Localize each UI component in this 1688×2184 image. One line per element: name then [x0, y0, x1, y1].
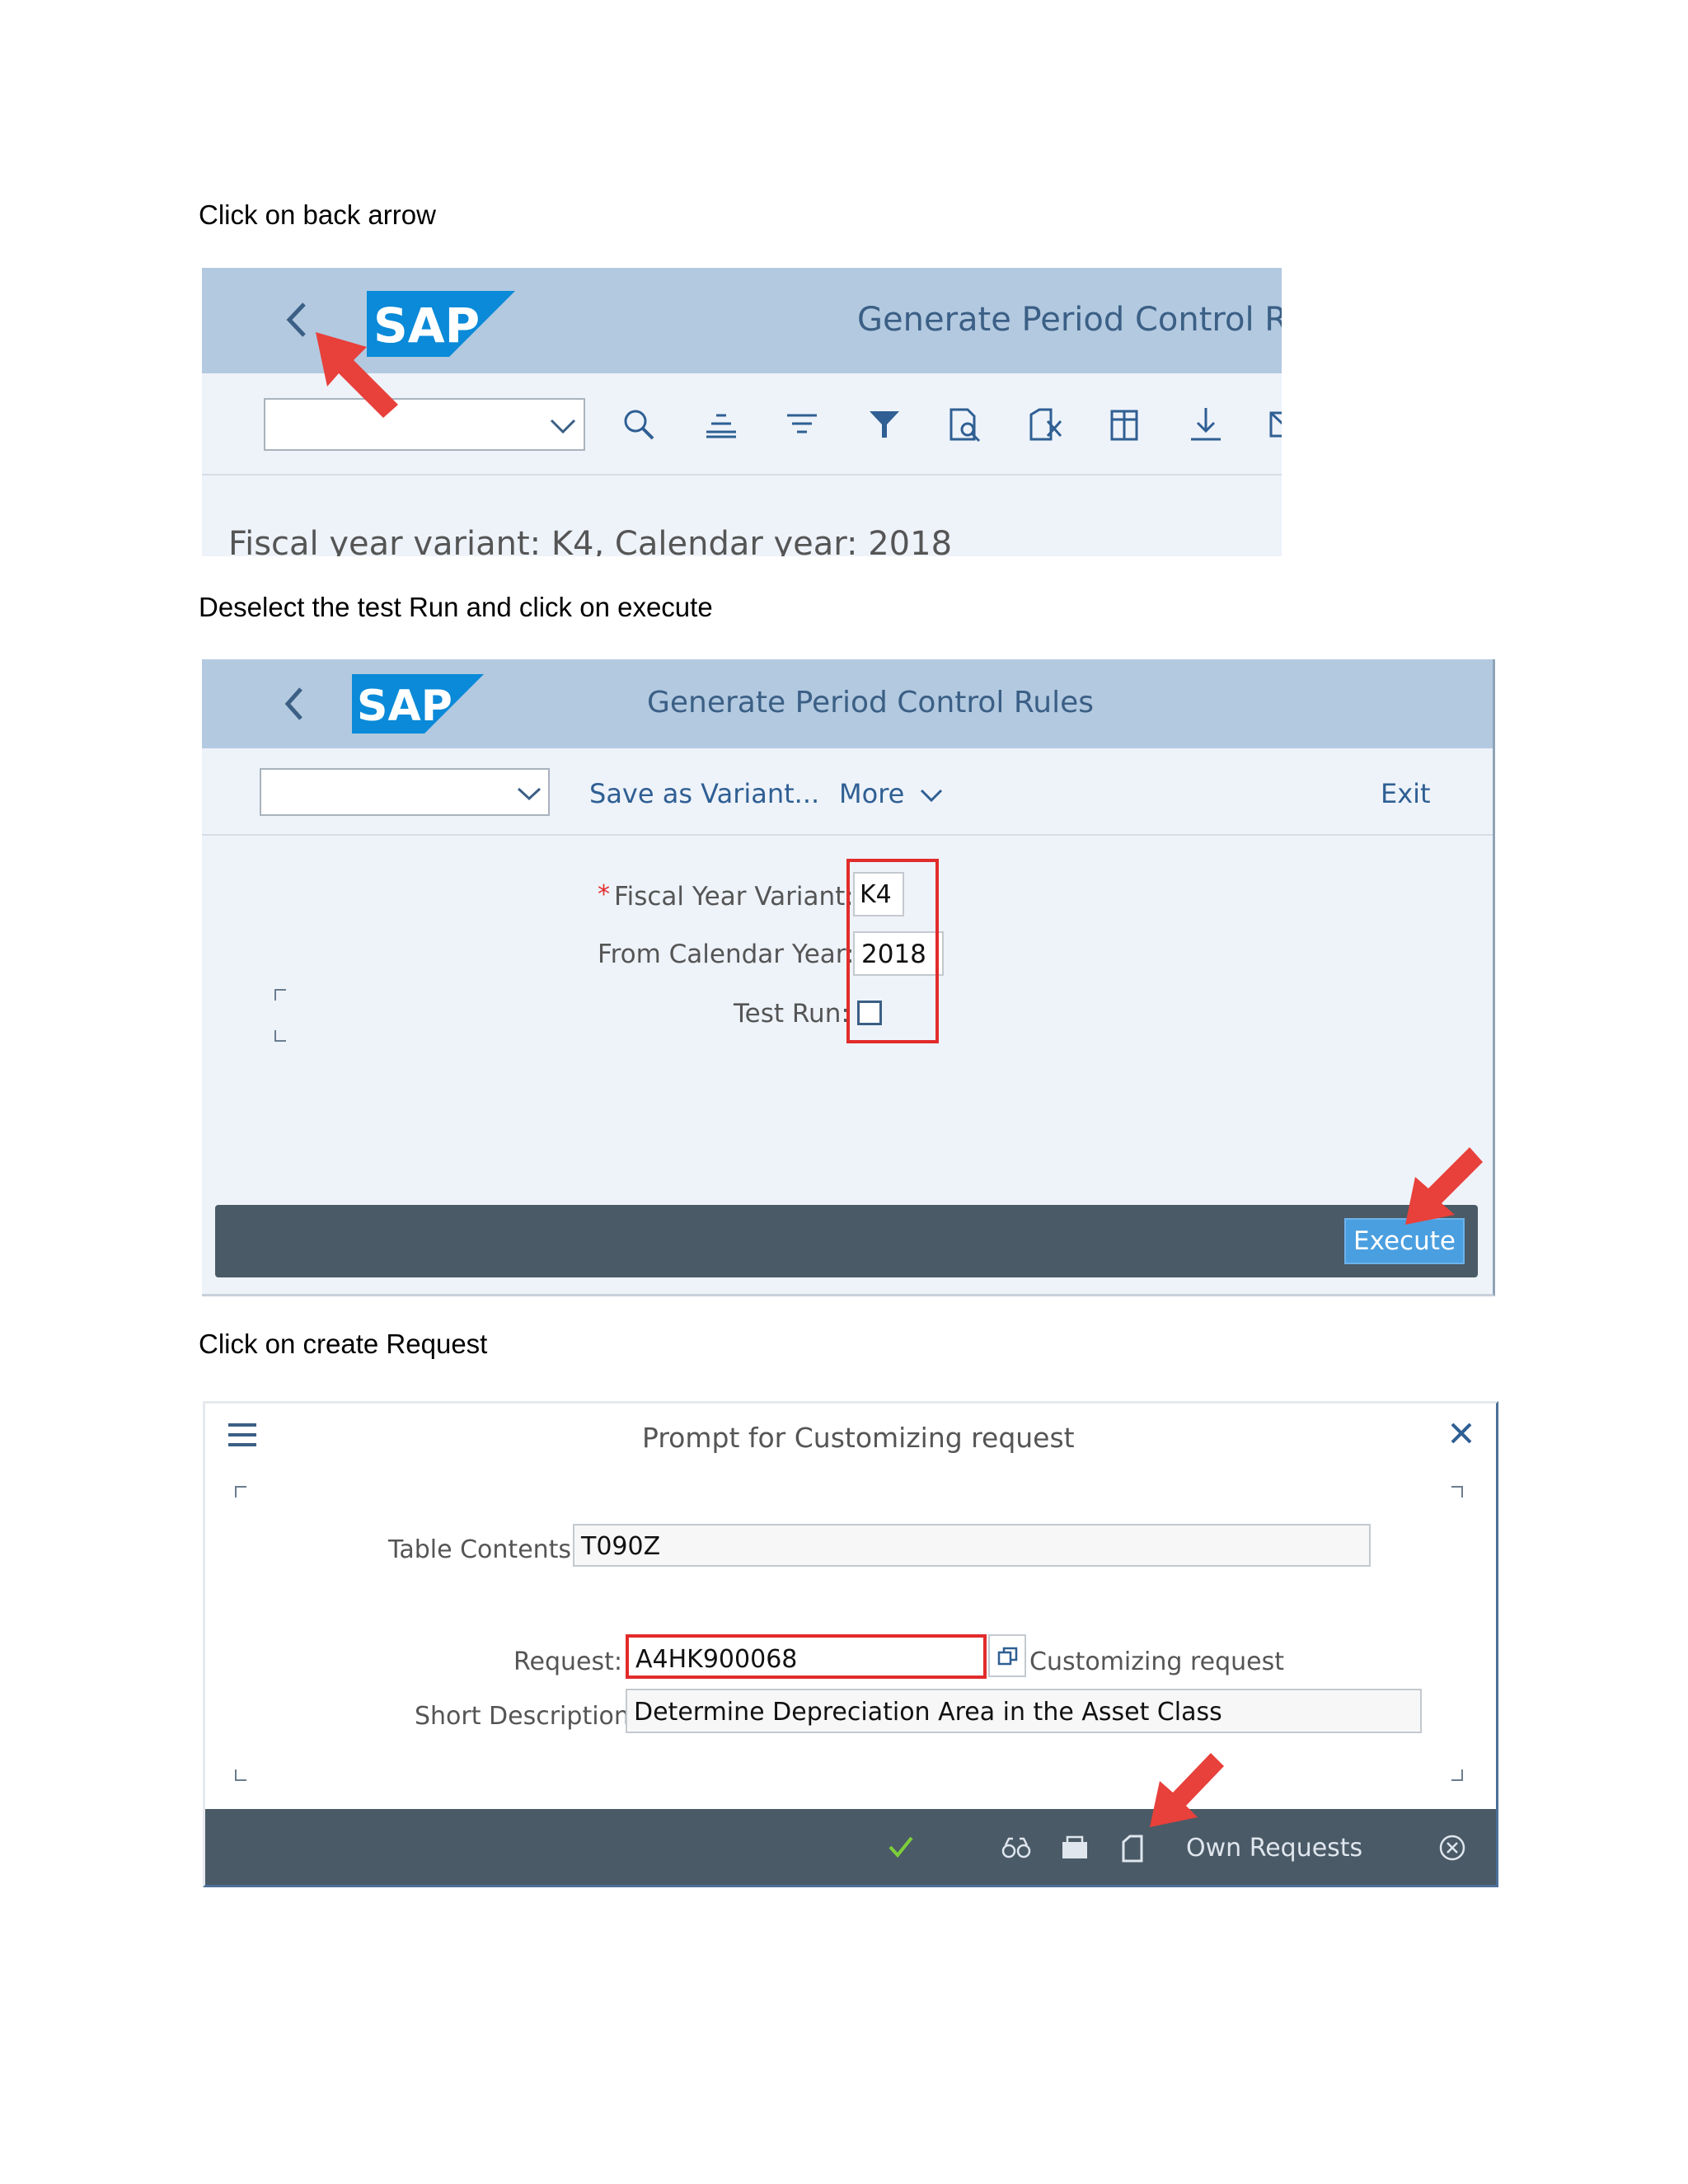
short-description-input[interactable]: Determine Depreciation Area in the Asset… [626, 1689, 1422, 1733]
more-label: More [839, 778, 905, 809]
search-icon[interactable] [622, 408, 655, 441]
sap-logo: SAP [352, 674, 484, 733]
own-requests-button[interactable]: Own Requests [1186, 1834, 1362, 1863]
chevron-down-icon [550, 419, 576, 434]
back-arrow-icon[interactable] [283, 686, 306, 722]
highlight-box [846, 859, 939, 1043]
from-calendar-year-label: From Calendar Year: [598, 940, 855, 969]
exit-button[interactable]: Exit [1381, 778, 1431, 809]
step-3-instruction: Click on create Request [199, 1329, 488, 1359]
value-help-icon [997, 1647, 1018, 1666]
step-2-instruction: Deselect the test Run and click on execu… [199, 592, 713, 622]
chevron-down-icon [920, 789, 942, 803]
screenshot-create-request: Prompt for Customizing request Table Con… [203, 1401, 1498, 1887]
create-request-icon[interactable] [1059, 1834, 1090, 1862]
svg-text:SAP: SAP [357, 682, 452, 731]
export-excel-icon[interactable] [1028, 406, 1064, 443]
more-menu-button[interactable]: More [839, 778, 943, 809]
sort-ascending-icon[interactable] [705, 410, 738, 438]
variant-combo[interactable] [260, 768, 550, 816]
dialog-title: Prompt for Customizing request [642, 1422, 1075, 1454]
frame-corner [1451, 1769, 1463, 1781]
shell-bar: SAP Generate Period Control Rules [202, 659, 1493, 748]
frame-corner [235, 1769, 246, 1781]
required-marker: * [598, 880, 610, 909]
mail-icon[interactable] [1269, 408, 1282, 441]
fiscal-year-info: Fiscal year variant: K4, Calendar year: … [228, 525, 953, 556]
back-arrow-icon[interactable] [284, 299, 309, 340]
screenshot-execute: SAP Generate Period Control Rules Save a… [202, 659, 1495, 1296]
request-label: Request: [513, 1647, 622, 1676]
request-type-text: Customizing request [1029, 1647, 1284, 1676]
new-document-icon[interactable] [1120, 1834, 1145, 1863]
footer-bar: Execute [215, 1205, 1478, 1277]
close-icon[interactable] [1450, 1422, 1473, 1445]
table-contents-field: T090Z [573, 1524, 1371, 1567]
red-pointer-arrow [1405, 1147, 1483, 1225]
request-input[interactable]: A4HK900068 [626, 1634, 987, 1679]
red-pointer-arrow [1150, 1753, 1224, 1827]
chevron-down-icon [517, 787, 542, 801]
frame-corner [274, 1030, 286, 1042]
menu-icon[interactable] [227, 1422, 258, 1448]
print-preview-icon[interactable] [948, 406, 982, 443]
glasses-icon[interactable] [1001, 1837, 1031, 1858]
download-icon[interactable] [1189, 406, 1222, 443]
page-title: Generate Period Control Rules [647, 686, 1094, 719]
screenshot-back-arrow: SAP Generate Period Control Rule Fiscal … [202, 268, 1282, 556]
fiscal-year-variant-label: Fiscal Year Variant: [614, 882, 854, 912]
test-run-label: Test Run: [734, 999, 850, 1029]
frame-corner [235, 1486, 246, 1497]
short-description-label: Short Description: [415, 1702, 639, 1731]
dialog-footer: Own Requests [205, 1809, 1496, 1885]
variant-combo[interactable] [264, 398, 585, 451]
red-pointer-arrow [316, 332, 398, 418]
filter-icon[interactable] [868, 408, 901, 441]
toolbar: Save as Variant... More Exit [202, 748, 1493, 836]
sort-descending-icon[interactable] [785, 410, 818, 438]
request-search-button[interactable] [988, 1634, 1026, 1677]
table-contents-label: Table Contents: [388, 1535, 580, 1564]
page-title: Generate Period Control Rule [857, 301, 1282, 339]
frame-corner [274, 989, 286, 1001]
layout-icon[interactable] [1109, 406, 1142, 443]
save-as-variant-button[interactable]: Save as Variant... [589, 778, 819, 809]
cancel-icon[interactable] [1438, 1834, 1466, 1862]
frame-corner [1451, 1486, 1463, 1497]
step-1-instruction: Click on back arrow [199, 199, 436, 230]
checkmark-icon[interactable] [888, 1835, 914, 1858]
